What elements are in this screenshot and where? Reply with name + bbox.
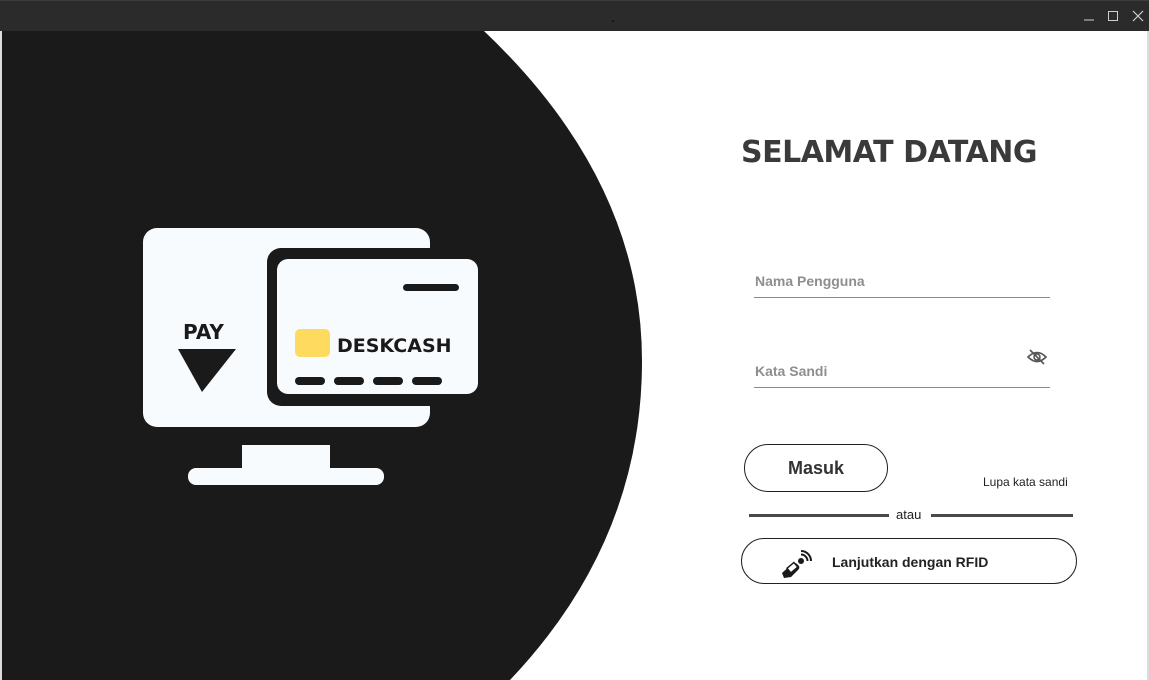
rfid-login-button[interactable]: Lanjutkan dengan RFID [741, 538, 1077, 584]
login-window: DESKCASH PAY SELAMAT DATANG Masuk Lupa k… [0, 31, 1149, 680]
forgot-password-link[interactable]: Lupa kata sandi [983, 475, 1068, 489]
card-number-1 [295, 377, 325, 385]
divider-label: atau [896, 507, 922, 522]
deskcash-illustration: DESKCASH PAY [143, 228, 482, 485]
card-number-3 [373, 377, 403, 385]
close-icon [1132, 10, 1144, 22]
close-button[interactable] [1128, 7, 1148, 25]
card-brand-label: DESKCASH [337, 335, 452, 357]
password-field[interactable] [754, 349, 1050, 388]
eye-off-icon[interactable] [1026, 348, 1048, 366]
divider-right [931, 514, 1073, 517]
rfid-tap-icon [782, 550, 812, 578]
card-front [277, 259, 478, 394]
password-input[interactable] [754, 357, 1015, 385]
maximize-icon [1108, 11, 1118, 21]
page-title: SELAMAT DATANG [741, 135, 1037, 170]
monitor-base [188, 468, 384, 485]
card-chip [295, 329, 330, 357]
login-button[interactable]: Masuk [744, 444, 888, 492]
rfid-login-label: Lanjutkan dengan RFID [832, 554, 989, 570]
card-number-2 [334, 377, 364, 385]
monitor-neck [242, 445, 330, 471]
maximize-button[interactable] [1103, 7, 1123, 25]
card-number-4 [412, 377, 442, 385]
divider-left [749, 514, 889, 517]
username-field[interactable] [754, 267, 1050, 298]
pay-label: PAY [183, 320, 224, 344]
username-input[interactable] [754, 267, 1015, 295]
title-dot [612, 20, 614, 22]
minimize-button[interactable] [1079, 7, 1099, 25]
card-top-bar [403, 284, 459, 291]
card-name-line [295, 397, 376, 405]
minimize-icon [1084, 19, 1094, 21]
window-edge-left [0, 31, 2, 680]
title-bar [0, 0, 1149, 31]
